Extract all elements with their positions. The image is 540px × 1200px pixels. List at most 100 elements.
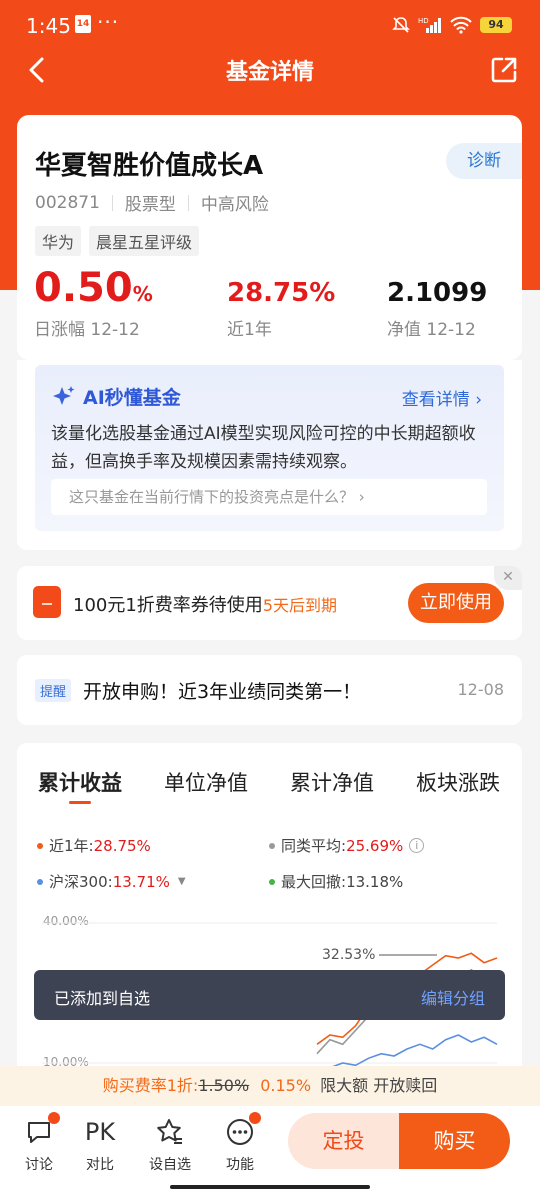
fund-tag[interactable]: 华为 <box>35 226 82 256</box>
fund-type: 股票型 <box>124 195 176 215</box>
star-icon <box>145 1116 195 1148</box>
chart-card: 累计收益 单位净值 累计净值 板块涨跌 近1年: 28.75% 同类平均: 25.6… <box>17 743 522 1083</box>
nav-value: 2.1099 <box>387 278 488 308</box>
daily-change-number: 0.50 <box>34 265 133 311</box>
close-icon[interactable]: ✕ <box>494 566 522 590</box>
mute-icon <box>392 17 410 33</box>
fee-prefix: 购买费率1折: <box>102 1076 199 1095</box>
use-coupon-button[interactable]: 立即使用 <box>408 583 504 623</box>
discuss-button[interactable]: 讨论 <box>14 1112 64 1174</box>
reminder-date: 12-08 <box>457 680 505 699</box>
reminder-banner[interactable]: 提醒 开放申购！近3年业绩同类第一！ 12-08 <box>17 655 522 725</box>
fund-tag[interactable]: 晨星五星评级 <box>89 226 200 256</box>
legend-peer-value: 25.69% <box>346 836 404 855</box>
toast-text: 已添加到自选 <box>54 989 151 1008</box>
divider <box>187 194 189 211</box>
ai-more-label: 查看详情 <box>401 390 470 410</box>
legend-fund-value: 28.75% <box>93 836 151 855</box>
daily-change-label: 日涨幅 12-12 <box>34 320 140 340</box>
status-time: 1:45 <box>26 14 71 38</box>
pk-glyph: PK <box>84 1118 116 1146</box>
toast-message: 已添加到自选 编辑分组 <box>34 970 505 1020</box>
calendar-icon: 14 <box>75 15 91 33</box>
coupon-expire: 5天后到期 <box>262 596 337 615</box>
chevron-right-icon: › <box>358 488 365 506</box>
tab-sector-change[interactable]: 板块涨跌 <box>395 767 521 797</box>
more-icon <box>215 1112 265 1148</box>
add-watchlist-button[interactable]: 设自选 <box>145 1116 195 1174</box>
legend-dot <box>269 842 275 849</box>
active-tab-indicator <box>69 801 91 804</box>
ai-summary-text: 该量化选股基金通过AI模型实现风险可控的中长期超额收益，但高换手率及规模因素需持… <box>51 424 476 472</box>
fund-code: 002871 <box>35 192 100 213</box>
notification-dot <box>249 1112 261 1124</box>
legend-drawdown-label: 最大回撤: <box>281 873 347 891</box>
fund-risk: 中高风险 <box>200 195 269 215</box>
edit-group-link[interactable]: 编辑分组 <box>421 985 485 1009</box>
reminder-tag: 提醒 <box>35 679 72 702</box>
fee-bar: 购买费率1折:1.50% 0.15% 限大额 开放赎回 <box>0 1066 540 1106</box>
status-bar: 1:45 14 ··· HD 94 <box>0 0 540 52</box>
fixed-investment-button[interactable]: 定投 <box>288 1113 399 1169</box>
legend-dot <box>37 842 43 849</box>
coupon-text: 100元1折费率券待使用5天后到期 <box>73 591 337 617</box>
legend-index[interactable]: 沪深300: 13.71% ▼ <box>37 871 186 892</box>
functions-button[interactable]: 功能 <box>215 1112 265 1174</box>
chart-tabs: 累计收益 单位净值 累计净值 板块涨跌 <box>17 767 522 797</box>
legend-peer-label: 同类平均: <box>281 837 347 855</box>
fee-suffix: 限大额 开放赎回 <box>320 1076 438 1095</box>
ai-question-input[interactable]: 这只基金在当前行情下的投资亮点是什么？ › <box>51 479 487 515</box>
compare-label: 对比 <box>86 1157 114 1173</box>
diagnose-button[interactable]: 诊断 <box>446 143 522 179</box>
reminder-text: 开放申购！近3年业绩同类第一！ <box>83 681 362 703</box>
year-return-label: 近1年 <box>227 320 272 340</box>
legend-dot <box>37 878 43 885</box>
page-title: 基金详情 <box>225 60 314 85</box>
fund-meta: 002871 股票型 中高风险 <box>35 190 269 216</box>
fee-old: 1.50% <box>198 1076 250 1095</box>
tab-unit-nav[interactable]: 单位净值 <box>143 767 269 797</box>
year-return-value: 28.75% <box>227 278 336 308</box>
legend-dot <box>269 878 275 885</box>
coupon-banner: 100元1折费率券待使用5天后到期 立即使用 ✕ <box>17 566 522 640</box>
ai-question-text: 这只基金在当前行情下的投资亮点是什么？ <box>69 488 355 506</box>
info-icon[interactable]: i <box>409 838 425 853</box>
more-notifications-icon: ··· <box>97 10 120 34</box>
pk-icon: PK <box>75 1116 125 1148</box>
tab-cumulative-nav[interactable]: 累计净值 <box>269 767 395 797</box>
functions-label: 功能 <box>226 1157 254 1173</box>
fund-overview-card: 华夏智胜价值成长A 诊断 002871 股票型 中高风险 华为 晨星五星评级 0… <box>17 115 522 360</box>
signal-icon: HD <box>418 17 441 33</box>
legend-drawdown-value: 13.18% <box>346 872 404 891</box>
daily-change-value: 0.50% <box>34 265 153 311</box>
chat-icon <box>14 1112 64 1148</box>
red-envelope-icon <box>33 586 61 618</box>
svg-text:HD: HD <box>418 17 429 25</box>
action-buttons: 定投 购买 <box>288 1113 510 1169</box>
discuss-label: 讨论 <box>25 1157 53 1173</box>
daily-change-unit: % <box>132 282 153 306</box>
buy-button[interactable]: 购买 <box>399 1113 510 1169</box>
status-icons: HD 94 <box>392 14 512 36</box>
compare-button[interactable]: PK 对比 <box>75 1116 125 1174</box>
legend-fund-label: 近1年: <box>49 837 94 855</box>
legend-peer: 同类平均: 25.69% i <box>269 835 425 856</box>
coupon-title: 100元1折费率券待使用 <box>73 595 263 616</box>
max-annotation: 32.53% <box>322 947 375 963</box>
home-indicator[interactable] <box>170 1185 370 1189</box>
divider <box>111 194 113 211</box>
ai-title-text: AI秒懂基金 <box>83 387 181 409</box>
ai-summary-card[interactable]: AI秒懂基金 查看详情 › 该量化选股基金通过AI模型实现风险可控的中长期超额收… <box>35 365 504 531</box>
fund-name: 华夏智胜价值成长A <box>35 151 264 181</box>
fee-new: 0.15% <box>260 1076 312 1095</box>
legend-index-label: 沪深300: <box>49 873 113 891</box>
ai-more-link[interactable]: 查看详情 › <box>402 385 482 410</box>
fund-tags: 华为 晨星五星评级 <box>35 226 200 256</box>
chevron-right-icon: › <box>475 390 482 410</box>
tab-cumulative-return[interactable]: 累计收益 <box>17 767 143 797</box>
share-icon[interactable] <box>488 54 520 86</box>
sparkle-icon <box>53 385 75 405</box>
wifi-icon <box>450 16 472 34</box>
nav-bar: 基金详情 <box>0 52 540 88</box>
legend-drawdown: 最大回撤: 13.18% <box>269 871 403 892</box>
